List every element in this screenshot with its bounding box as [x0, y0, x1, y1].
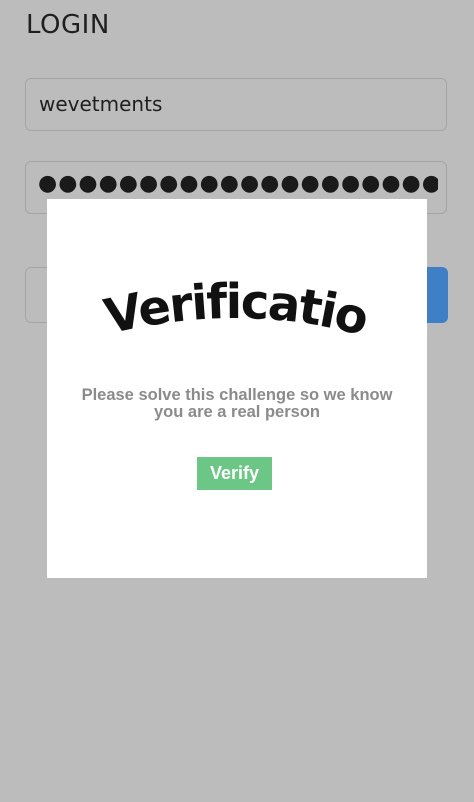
password-mask: ●●●●●●●●●●●●●●●●●●●●●●●●● [38, 171, 438, 196]
username-value: wevetments [39, 92, 163, 116]
username-field[interactable]: wevetments [25, 78, 447, 131]
challenge-message: Please solve this challenge so we know y… [81, 386, 393, 421]
verification-logo: Verification [47, 274, 374, 347]
verification-modal: Verification Please solve this challenge… [47, 199, 427, 578]
login-title: LOGIN [26, 10, 110, 40]
svg-text:Verification: Verification [47, 274, 372, 347]
logo-text: Verification [47, 274, 374, 347]
verify-button[interactable]: Verify [197, 457, 272, 490]
